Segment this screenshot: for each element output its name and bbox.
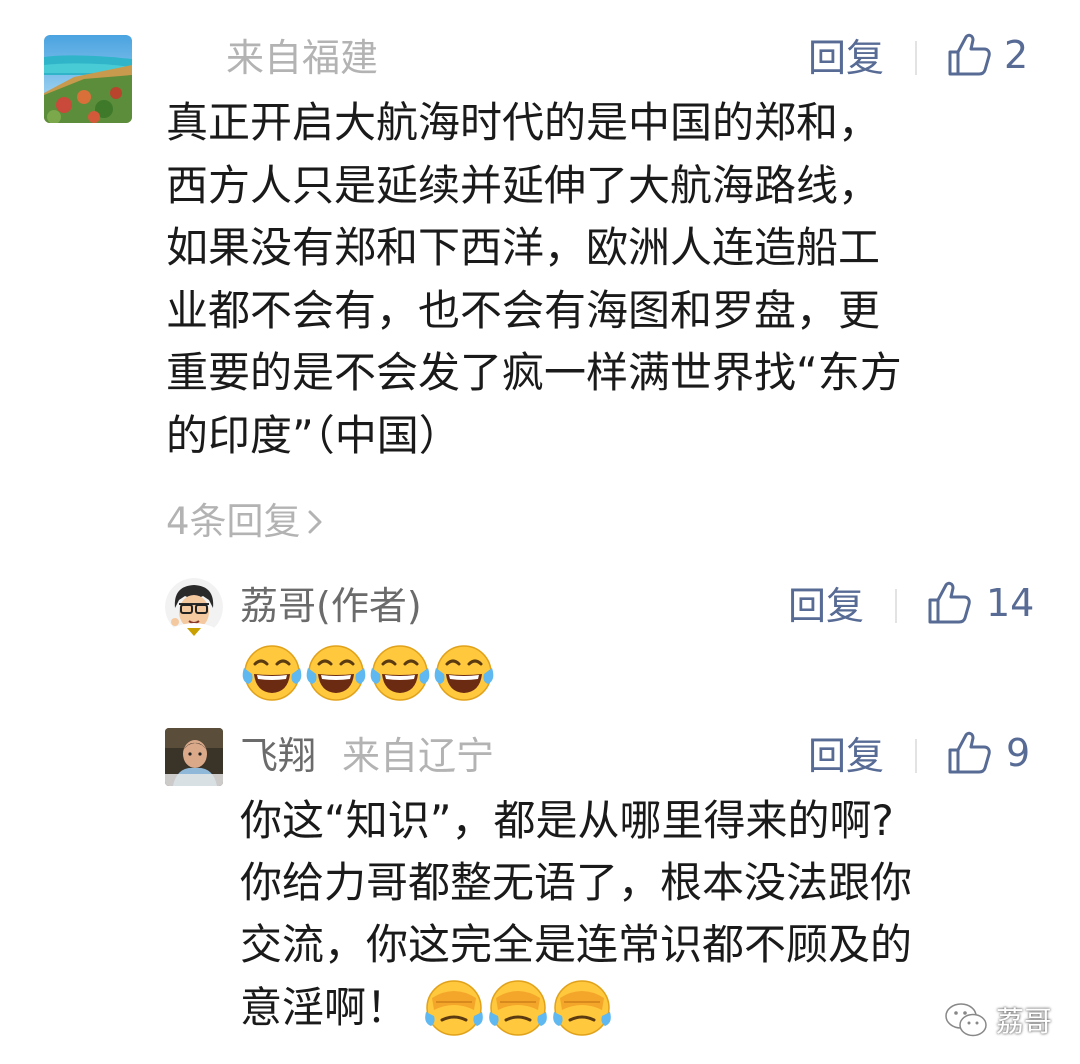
thumbs-up-icon (924, 579, 972, 627)
reply-text: 你这“知识”，都是从哪里得来的啊? 你给力哥都整无语了，根本没法跟你 交流，你这… (240, 790, 1060, 1040)
laughing-crying-emoji-icon (368, 640, 432, 704)
reply-text-line: 意淫啊！ (240, 976, 1060, 1040)
divider (915, 41, 917, 75)
facepalm-crying-emoji-icon (422, 976, 486, 1040)
comment-text-line: 如果没有郑和下西洋，欧洲人连造船工 (166, 223, 881, 272)
view-replies-link[interactable]: 4条回复 (166, 500, 325, 544)
reply-author-name: 飞翔 (240, 734, 317, 778)
author-avatar[interactable] (165, 578, 223, 636)
comment-text-line: 的印度”（中国） (166, 410, 461, 460)
divider (915, 739, 917, 773)
reply-emoji-group (422, 976, 614, 1040)
like-button[interactable]: 9 (944, 729, 1030, 777)
reply-location: 来自辽宁 (342, 734, 495, 778)
thumbs-up-icon (944, 31, 992, 79)
laughing-crying-emoji-icon (304, 640, 368, 704)
like-button[interactable]: 2 (944, 31, 1028, 79)
like-count: 2 (1004, 33, 1029, 77)
reply-emoji-row (240, 640, 496, 704)
reply-button[interactable]: 回复 (808, 734, 884, 778)
divider (895, 589, 897, 623)
like-button[interactable]: 14 (924, 579, 1034, 627)
laughing-crying-emoji-icon (240, 640, 304, 704)
thumbs-up-icon (944, 729, 992, 777)
laughing-crying-emoji-icon (432, 640, 496, 704)
reply-text-line: 你这“知识”，都是从哪里得来的啊? (240, 796, 894, 845)
chevron-right-icon (308, 510, 322, 534)
watermark-label: 荔哥 (996, 1005, 1053, 1038)
comment-text-line: 业都不会有，也不会有海图和罗盘，更 (166, 285, 881, 335)
child-photo-image (165, 728, 223, 786)
reply-text-line: 交流，你这完全是连常识都不顾及的 (240, 920, 913, 969)
wechat-watermark: 荔哥 (944, 1000, 1052, 1040)
cartoon-avatar-image (165, 578, 223, 636)
facepalm-crying-emoji-icon (550, 976, 614, 1040)
facepalm-crying-emoji-icon (486, 976, 550, 1040)
user-avatar[interactable] (165, 728, 223, 786)
replies-count-label: 4条回复 (166, 500, 301, 543)
reply-text-line: 你给力哥都整无语了，根本没法跟你 (240, 858, 913, 907)
wechat-icon (945, 1003, 987, 1037)
reply-text-last: 意淫啊！ (240, 983, 409, 1032)
comment-location: 来自福建 (226, 36, 379, 80)
reply-button[interactable]: 回复 (808, 36, 884, 80)
beach-landscape-image (44, 35, 132, 123)
comment-text: 真正开启大航海时代的是中国的郑和， 西方人只是延续并延伸了大航海路线， 如果没有… (166, 92, 1046, 467)
comment-text-line: 重要的是不会发了疯一样满世界找“东方 (166, 348, 902, 397)
comment-text-line: 西方人只是延续并延伸了大航海路线， (166, 160, 881, 210)
like-count: 9 (1006, 731, 1031, 775)
user-avatar[interactable] (44, 35, 132, 123)
reply-author-name: 荔哥(作者) (240, 584, 422, 628)
reply-button[interactable]: 回复 (788, 584, 864, 628)
like-count: 14 (986, 581, 1035, 625)
comment-text-line: 真正开启大航海时代的是中国的郑和， (166, 98, 881, 147)
